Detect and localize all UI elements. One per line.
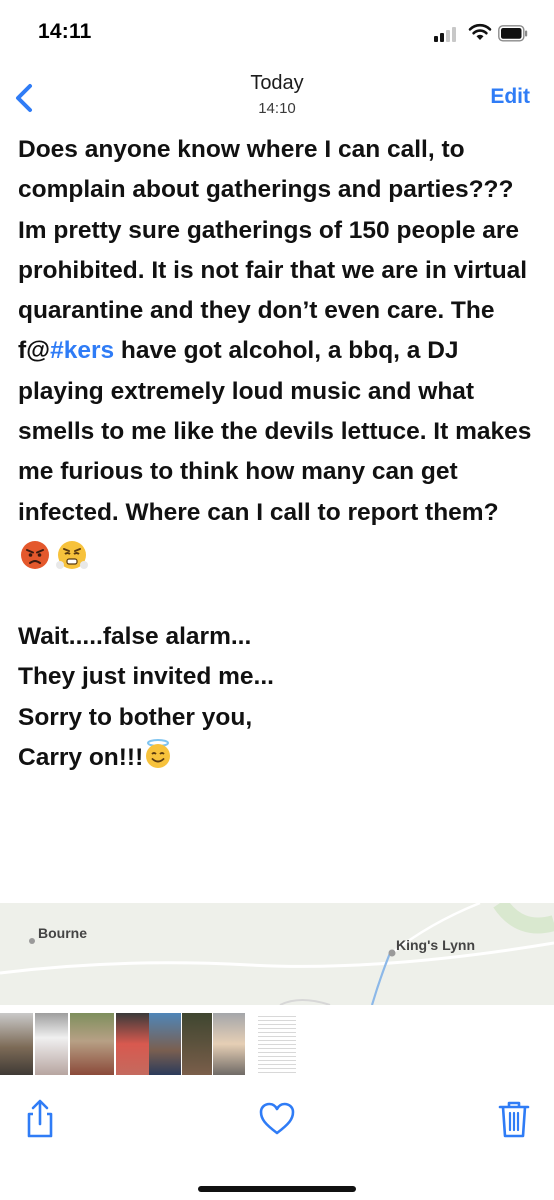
steam-nose-emoji <box>56 540 88 569</box>
note-paragraph-complaint: Im pretty sure gatherings of 150 people … <box>18 211 544 533</box>
thumbnail-dark[interactable] <box>182 1013 212 1075</box>
map-attachment[interactable]: Bourne King's Lynn <box>0 903 554 1005</box>
complaint-text-end: have got alcohol, a bbq, a DJ playing ex… <box>18 337 539 526</box>
map-label-kings-lynn: King's Lynn <box>396 937 476 953</box>
nav-bar: Today 14:10 Edit <box>0 66 554 126</box>
wifi-icon <box>468 23 492 40</box>
status-bar: 14:11 <box>0 0 554 66</box>
note-paragraph-question: Does anyone know where I can call, to co… <box>18 136 514 204</box>
heart-icon[interactable] <box>257 1098 297 1140</box>
thumbnail-house[interactable] <box>0 1013 33 1075</box>
angry-face-emoji <box>21 540 49 569</box>
attachment-thumbnails <box>0 1013 554 1075</box>
map-roads <box>0 903 554 1005</box>
note-date: Today <box>250 72 304 94</box>
thumbnail-person[interactable] <box>213 1013 245 1075</box>
trash-icon[interactable] <box>494 1098 534 1140</box>
hashtag-link[interactable]: #kers <box>50 337 114 364</box>
status-time: 14:11 <box>38 20 92 43</box>
battery-icon <box>498 25 528 42</box>
note-line-invited: They just invited me... <box>18 663 274 691</box>
thumbnail-meme[interactable] <box>149 1013 181 1075</box>
carry-on-text: Carry on!!! <box>18 743 144 771</box>
note-line-sorry: Sorry to bother you, <box>18 703 253 731</box>
note-line-carry-on: Carry on!!! <box>18 738 544 778</box>
note-line-false-alarm: Wait.....false alarm... <box>18 622 252 650</box>
share-icon[interactable] <box>20 1098 60 1140</box>
thumbnail-path[interactable] <box>70 1013 114 1075</box>
note-time: 14:10 <box>258 100 296 117</box>
home-indicator[interactable] <box>198 1186 356 1192</box>
map-label-bourne: Bourne <box>38 925 87 941</box>
signal-icon <box>434 26 460 42</box>
thumbnail-document[interactable] <box>258 1013 296 1075</box>
edit-button[interactable]: Edit <box>490 85 530 109</box>
note-body[interactable]: Does anyone know where I can call, to co… <box>18 130 544 778</box>
bottom-toolbar <box>0 1080 554 1170</box>
thumbnail-text[interactable] <box>35 1013 68 1075</box>
thumbnail-red[interactable] <box>116 1013 149 1075</box>
halo-face-emoji <box>146 738 171 768</box>
emoji-row <box>18 533 544 577</box>
